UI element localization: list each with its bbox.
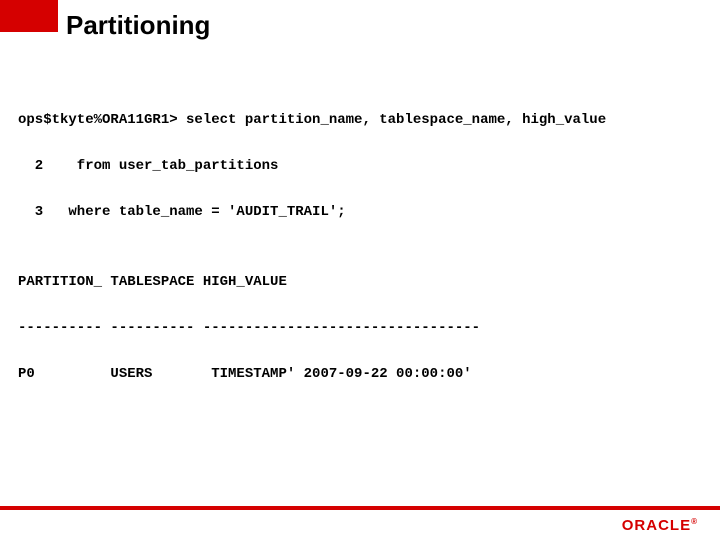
- sql-line-where: 3 where table_name = 'AUDIT_TRAIL';: [18, 201, 702, 224]
- result-header: PARTITION_ TABLESPACE HIGH_VALUE: [18, 271, 702, 294]
- sql-line-from: 2 from user_tab_partitions: [18, 155, 702, 178]
- oracle-logo-text: ORACLE: [622, 517, 691, 534]
- slide: Partitioning ops$tkyte%ORA11GR1> select …: [0, 0, 720, 540]
- footer-divider: [0, 506, 720, 510]
- page-title: Partitioning: [66, 10, 210, 41]
- code-block: ops$tkyte%ORA11GR1> select partition_nam…: [18, 86, 702, 432]
- registered-mark: ®: [691, 517, 698, 526]
- oracle-logo: ORACLE®: [622, 517, 698, 534]
- sql-line-prompt: ops$tkyte%ORA11GR1> select partition_nam…: [18, 109, 702, 132]
- red-accent-block: [0, 0, 58, 32]
- result-row: P0 USERS TIMESTAMP' 2007-09-22 00:00:00': [18, 363, 702, 386]
- result-divider: ---------- ---------- ------------------…: [18, 317, 702, 340]
